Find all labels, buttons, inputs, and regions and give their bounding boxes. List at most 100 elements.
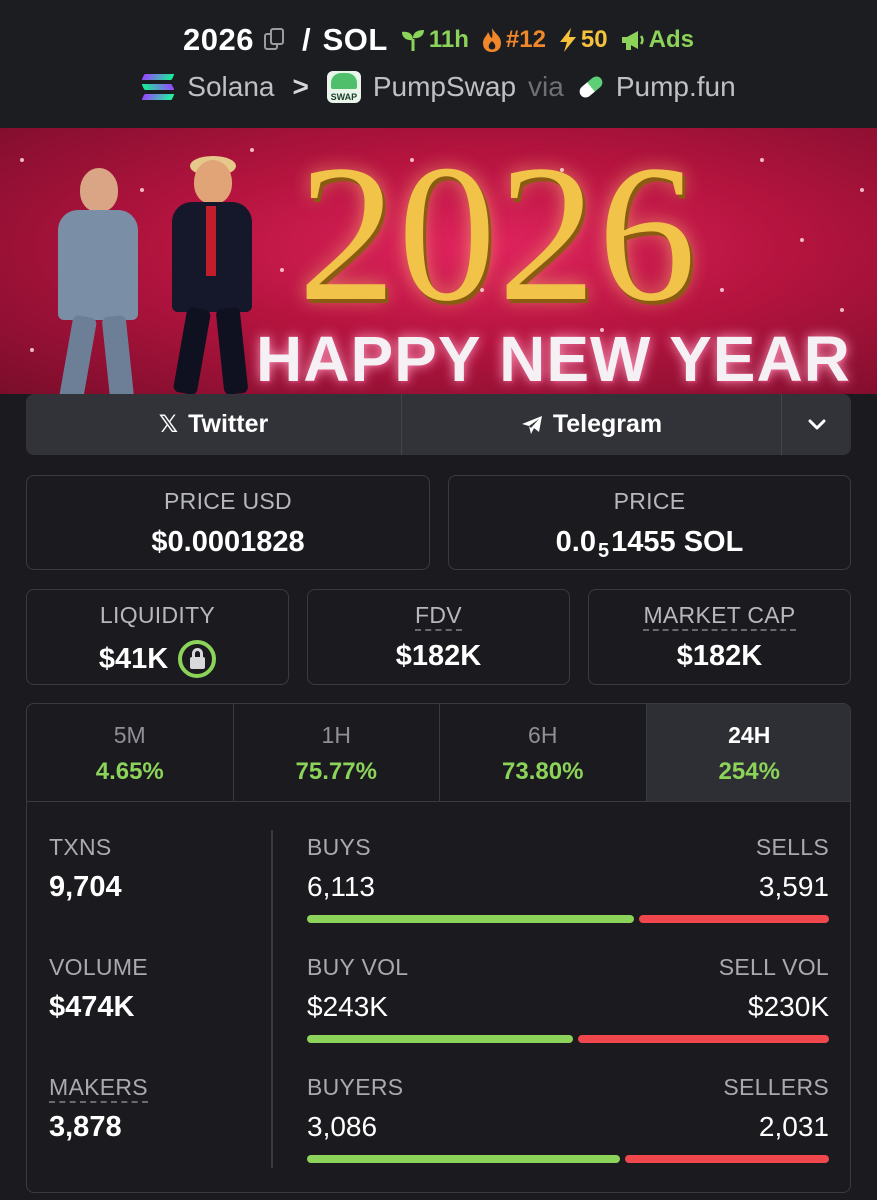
- sells-value: 3,591: [758, 871, 829, 902]
- tab-5m[interactable]: 5M 4.65%: [27, 704, 234, 801]
- dancing-person-left: [44, 168, 154, 394]
- buyers-sellers-block: BUYERS SELLERS 3,086 2,031: [307, 1074, 829, 1163]
- sellers-value: 2,031: [758, 1111, 829, 1142]
- buys-sells-block: BUYS SELLS 6,113 3,591: [307, 834, 829, 923]
- telegram-icon: [521, 415, 543, 435]
- telegram-button[interactable]: Telegram: [402, 394, 782, 455]
- buyers-sellers-bar: [307, 1155, 829, 1163]
- sell-vol-label: SELL VOL: [718, 954, 829, 980]
- volume-label: VOLUME: [49, 954, 148, 980]
- fdv-card: FDV $182K: [307, 589, 570, 685]
- timeframe-tabs: 5M 4.65% 1H 75.77% 6H 73.80% 24H 254%: [27, 704, 850, 802]
- totals-column: TXNS 9,704 VOLUME $474K MAKERS 3,878: [27, 802, 271, 1192]
- tab-label: 6H: [528, 722, 558, 748]
- column-divider: [271, 830, 273, 1168]
- pair-header: 2026 / SOL 11h #12 50 Ads Solana > SWAP …: [0, 0, 877, 128]
- sell-vol-value: $230K: [748, 991, 829, 1022]
- sell-vol-bar-fill: [577, 1035, 829, 1043]
- tab-6h[interactable]: 6H 73.80%: [440, 704, 647, 801]
- buys-value: 6,113: [307, 871, 375, 902]
- txns-value: 9,704: [49, 871, 122, 903]
- tab-24h[interactable]: 24H 254%: [646, 704, 850, 801]
- price-usd-label: PRICE USD: [164, 488, 292, 514]
- flame-icon: [482, 28, 501, 52]
- activity-panel: 5M 4.65% 1H 75.77% 6H 73.80% 24H 254% TX…: [26, 703, 851, 1193]
- breadcrumb-dex[interactable]: PumpSwap: [373, 71, 516, 103]
- buys-label: BUYS: [307, 834, 371, 860]
- sellers-bar-fill: [624, 1155, 829, 1163]
- volume-stat: VOLUME $474K: [49, 954, 148, 1024]
- sellers-label: SELLERS: [723, 1074, 829, 1100]
- buy-sell-volume-block: BUY VOL SELL VOL $243K $230K: [307, 954, 829, 1043]
- buyers-label: BUYERS: [307, 1074, 404, 1100]
- breadcrumb-chain[interactable]: Solana: [187, 71, 274, 103]
- more-links-button[interactable]: [782, 394, 851, 455]
- title-row: 2026 / SOL 11h #12 50 Ads: [0, 18, 877, 62]
- banner-year: 2026: [298, 128, 698, 342]
- buy-vol-bar-fill: [307, 1035, 573, 1043]
- price-native-zero-count: 5: [598, 540, 610, 562]
- tab-change: 75.77%: [295, 758, 377, 785]
- x-logo-icon: 𝕏: [158, 411, 179, 438]
- price-usd-card: PRICE USD $0.0001828: [26, 475, 430, 570]
- buy-vol-value: $243K: [307, 991, 388, 1022]
- liquidity-value: $41K: [98, 642, 169, 675]
- price-usd-value: $0.0001828: [151, 526, 305, 558]
- pill-icon: [576, 73, 605, 101]
- trending-rank-badge[interactable]: #12: [481, 26, 546, 54]
- buyers-value: 3,086: [307, 1111, 378, 1142]
- buys-bar-fill: [307, 915, 634, 923]
- liquidity-label: LIQUIDITY: [99, 602, 216, 628]
- copy-icon[interactable]: [263, 28, 286, 52]
- price-native-prefix: 0.0: [555, 526, 596, 558]
- makers-label[interactable]: MAKERS: [49, 1074, 148, 1103]
- price-native-label: PRICE: [613, 488, 686, 514]
- price-native-card: PRICE 0.0 5 1455 SOL: [448, 475, 851, 570]
- tab-label: 1H: [321, 722, 351, 748]
- sells-label: SELLS: [755, 834, 829, 860]
- liquidity-card: LIQUIDITY $41K: [26, 589, 289, 685]
- megaphone-icon: [621, 31, 644, 50]
- market-cap-label[interactable]: MARKET CAP: [643, 602, 796, 631]
- pumpswap-logo-icon: SWAP: [326, 71, 361, 103]
- market-cap-value: $182K: [676, 640, 763, 672]
- token-banner-image: 2026 HAPPY NEW YEAR: [0, 128, 877, 394]
- quote-symbol: SOL: [322, 22, 388, 57]
- ads-label: Ads: [648, 26, 694, 53]
- breadcrumb-launchpad[interactable]: Pump.fun: [616, 71, 736, 103]
- makers-stat: MAKERS 3,878: [49, 1074, 148, 1144]
- age-badge: 11h: [400, 26, 469, 54]
- boost-badge[interactable]: 50: [558, 26, 608, 54]
- boost-value: 50: [580, 26, 608, 53]
- fdv-label[interactable]: FDV: [415, 602, 462, 631]
- buyers-bar-fill: [307, 1155, 620, 1163]
- twitter-label: Twitter: [188, 410, 269, 438]
- txns-stat: TXNS 9,704: [49, 834, 122, 904]
- social-links: 𝕏 Twitter Telegram: [26, 394, 851, 455]
- buy-sell-volume-bar: [307, 1035, 829, 1043]
- tab-change: 73.80%: [502, 758, 584, 785]
- tab-change: 254%: [718, 758, 780, 785]
- token-symbol: 2026: [183, 22, 254, 57]
- tab-change: 4.65%: [95, 758, 164, 785]
- chevron-right-icon: >: [292, 71, 309, 102]
- pair-separator: /: [301, 22, 311, 57]
- chevron-down-icon: [808, 419, 825, 429]
- market-cap-card: MARKET CAP $182K: [588, 589, 851, 685]
- dancing-person-right: [158, 156, 264, 394]
- makers-value: 3,878: [49, 1111, 122, 1143]
- txns-label: TXNS: [49, 834, 112, 860]
- price-native-suffix: 1455 SOL: [611, 526, 744, 558]
- twitter-button[interactable]: 𝕏 Twitter: [26, 394, 402, 455]
- tab-label: 5M: [113, 722, 146, 748]
- tab-label: 24H: [728, 722, 771, 748]
- lock-icon[interactable]: [178, 640, 217, 678]
- ads-badge[interactable]: Ads: [620, 26, 694, 54]
- rank-value: #12: [505, 26, 546, 53]
- banner-greeting: HAPPY NEW YEAR: [256, 323, 851, 394]
- fdv-value: $182K: [395, 640, 482, 672]
- breadcrumb: Solana > SWAP PumpSwap via Pump.fun: [0, 64, 877, 110]
- sprout-icon: [401, 30, 424, 51]
- lightning-icon: [559, 28, 576, 52]
- tab-1h[interactable]: 1H 75.77%: [234, 704, 440, 801]
